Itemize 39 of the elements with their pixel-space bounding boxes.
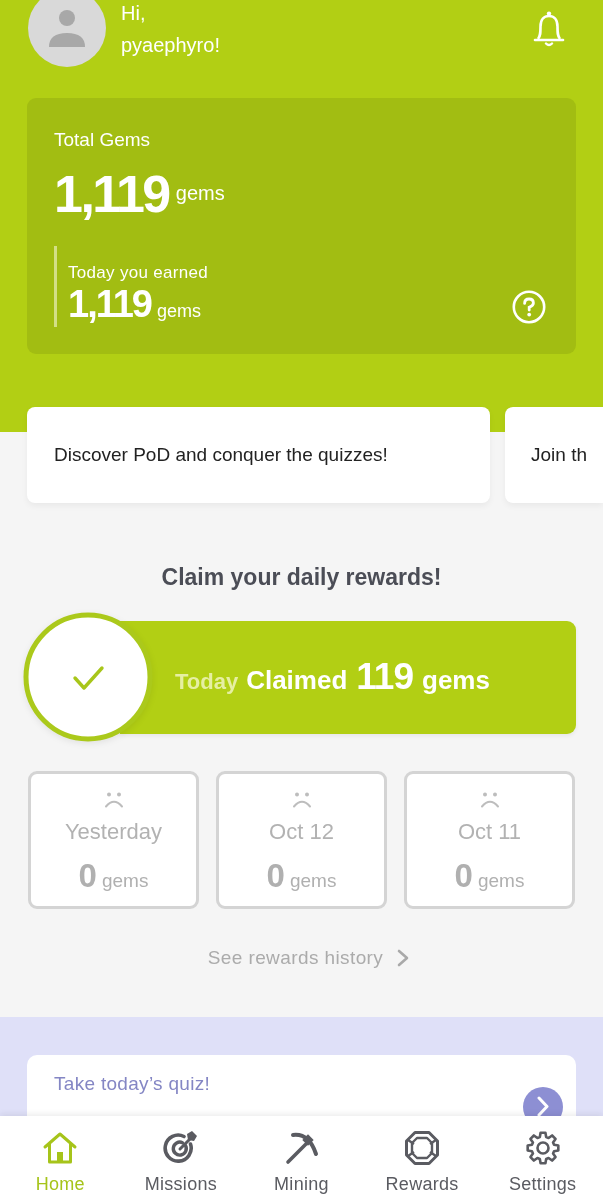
day-label: Yesterday [64,818,162,846]
target-icon [162,1130,199,1166]
today-label: Today [175,669,239,694]
gem-icon [404,1130,441,1166]
banner-card[interactable]: Discover PoD and conquer the quizzes! [27,407,490,503]
today-earned-label: Today you earned [68,262,208,284]
nav-tab[interactable]: Settings [482,1116,603,1200]
day-unit: gems [101,869,149,893]
help-icon[interactable] [512,290,546,324]
total-gems-label: Total Gems [54,128,151,152]
today-earned-value: 1,119 [68,284,151,324]
claimed-amount: 119 [356,656,413,697]
next-button[interactable] [523,1087,563,1116]
notification-bell-icon[interactable] [532,10,566,48]
pickaxe-icon [283,1130,320,1166]
chevron-right-icon [397,949,410,967]
avatar-icon [27,0,107,68]
claimed-unit: gems [422,665,490,695]
greeting-text: Hi, [121,1,146,26]
day-amount: 0 [78,858,97,894]
home-icon [42,1130,79,1166]
username-text: pyaephyro! [121,33,220,58]
rewards-heading: Claim your daily rewards! [160,563,443,592]
banner-card[interactable]: Join th [505,407,603,503]
day-amount: 0 [454,858,473,894]
total-gems-unit: gems [175,181,225,205]
day-unit: gems [477,869,525,893]
day-label: Oct 11 [457,818,522,846]
day-label: Oct 12 [269,818,334,846]
today-earned-unit: gems [157,300,201,322]
quiz-title: Take today’s quiz! [54,1072,211,1096]
settings-icon [524,1130,561,1166]
nav-tab[interactable]: Missions [120,1116,242,1200]
total-gems-value: 1,119 [54,169,169,219]
day-amount: 0 [266,858,285,894]
nav-tab[interactable]: Rewards [361,1116,483,1200]
day-unit: gems [289,869,337,893]
claimed-status: Claimed [246,665,348,695]
nav-tab[interactable]: Mining [241,1116,362,1200]
